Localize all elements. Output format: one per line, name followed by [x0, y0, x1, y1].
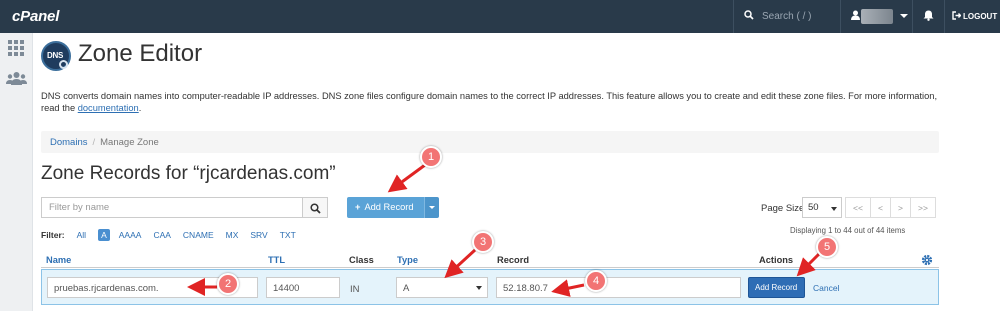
- new-record-row: pruebas.rjcardenas.com. 14400 IN A 52.18…: [41, 269, 939, 305]
- breadcrumb-manage-zone: Manage Zone: [100, 137, 159, 148]
- add-record-dropdown-toggle[interactable]: [424, 197, 439, 218]
- documentation-link[interactable]: documentation: [78, 103, 139, 113]
- add-record-label: Add Record: [364, 202, 414, 212]
- user-icon: [851, 10, 860, 20]
- table-header-divider: [41, 267, 939, 268]
- annotation-badge-2: 2: [217, 273, 239, 295]
- annotation-badge-5: 5: [816, 236, 838, 258]
- column-actions: Actions: [759, 255, 794, 265]
- filter-search-button[interactable]: [302, 197, 328, 218]
- ttl-input[interactable]: 14400: [266, 277, 340, 298]
- search-placeholder: Search ( / ): [762, 11, 812, 22]
- sidebar: [0, 33, 33, 311]
- record-type-filter: Filter: All A AAAA CAA CNAME MX SRV TXT: [41, 229, 308, 241]
- top-navbar: cPanel Search ( / ) LOGOUT: [0, 0, 1000, 33]
- displaying-count: Displaying 1 to 44 out of 44 items: [790, 226, 906, 235]
- filter-aaaa[interactable]: AAAA: [119, 230, 142, 240]
- page-title: Zone Editor: [78, 40, 203, 67]
- chevron-down-icon: [900, 14, 908, 18]
- add-record-button[interactable]: + Add Record: [347, 197, 424, 218]
- prev-page-button[interactable]: <: [870, 197, 891, 218]
- column-type[interactable]: Type: [397, 255, 418, 265]
- record-input[interactable]: 52.18.80.7: [496, 277, 741, 298]
- next-page-button[interactable]: >: [890, 197, 911, 218]
- first-page-button[interactable]: <<: [845, 197, 871, 218]
- annotation-badge-1: 1: [420, 146, 442, 168]
- type-select[interactable]: A: [396, 277, 488, 298]
- filter-all[interactable]: All: [77, 230, 86, 240]
- column-name[interactable]: Name: [46, 255, 71, 265]
- column-record: Record: [497, 255, 530, 265]
- type-value: A: [403, 283, 410, 294]
- last-page-button[interactable]: >>: [910, 197, 936, 218]
- dns-icon-text: DNS: [47, 51, 63, 60]
- apps-grid-icon[interactable]: [8, 40, 24, 56]
- page-size-label: Page Size: [761, 203, 805, 214]
- filter-txt[interactable]: TXT: [280, 230, 296, 240]
- username-blurred: [861, 9, 893, 24]
- caret-down-icon: [429, 206, 435, 209]
- annotation-badge-3: 3: [472, 231, 494, 253]
- page-size-select[interactable]: 50: [802, 197, 842, 218]
- description-text: DNS converts domain names into computer-…: [41, 91, 938, 113]
- column-class: Class: [349, 255, 374, 265]
- filter-caa[interactable]: CAA: [153, 230, 170, 240]
- notifications-button[interactable]: [912, 0, 944, 33]
- bell-icon: [923, 10, 934, 21]
- magnifier-icon: [59, 60, 68, 69]
- logout-label: LOGOUT: [963, 12, 998, 21]
- pagination: << < > >>: [845, 197, 936, 218]
- caret-down-icon: [476, 286, 482, 290]
- search-icon: [310, 203, 321, 214]
- filter-cname[interactable]: CNAME: [183, 230, 214, 240]
- logout-icon: [952, 11, 961, 20]
- plus-icon: +: [355, 202, 361, 212]
- filter-srv[interactable]: SRV: [250, 230, 267, 240]
- breadcrumb-separator: /: [92, 137, 96, 148]
- cancel-link[interactable]: Cancel: [813, 283, 839, 293]
- column-ttl[interactable]: TTL: [268, 255, 285, 265]
- user-menu[interactable]: [840, 0, 912, 33]
- filter-a[interactable]: A: [98, 229, 110, 241]
- description-suffix: .: [138, 103, 142, 113]
- logout-button[interactable]: LOGOUT: [944, 0, 1000, 33]
- class-value: IN: [350, 284, 360, 295]
- search-icon: [744, 10, 754, 20]
- caret-down-icon: [831, 207, 837, 211]
- search-box[interactable]: Search ( / ): [733, 0, 838, 33]
- breadcrumb-domains[interactable]: Domains: [50, 137, 88, 148]
- gear-icon[interactable]: [921, 254, 933, 266]
- breadcrumb: Domains / Manage Zone: [41, 131, 939, 153]
- arrow-1: [387, 163, 426, 193]
- dns-zone-editor-icon: DNS: [41, 41, 71, 71]
- users-icon[interactable]: [6, 71, 27, 85]
- add-record-submit-button[interactable]: Add Record: [748, 277, 805, 298]
- filter-mx[interactable]: MX: [226, 230, 239, 240]
- cpanel-logo[interactable]: cPanel: [12, 8, 59, 25]
- zone-records-title: Zone Records for “rjcardenas.com”: [41, 163, 336, 184]
- filter-by-name-input[interactable]: Filter by name: [41, 197, 303, 218]
- page-size-value: 50: [808, 202, 819, 213]
- page-description: DNS converts domain names into computer-…: [41, 90, 941, 114]
- filter-label: Filter:: [41, 230, 65, 240]
- annotation-badge-4: 4: [585, 270, 607, 292]
